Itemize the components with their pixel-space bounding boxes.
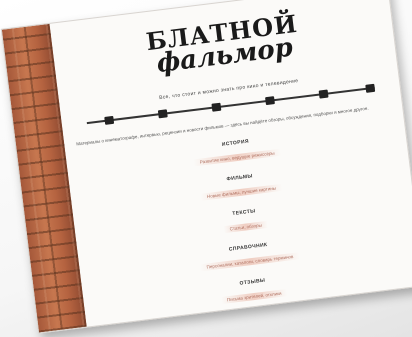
website-screenshot-card: БЛАТНОЙ фальмор Все, что стоит и можно з…: [0, 0, 412, 334]
section-link[interactable]: Новые фильмы, лучшие картины: [200, 183, 283, 201]
film-frame-icon: [104, 115, 115, 125]
page-content: БЛАТНОЙ фальмор Все, что стоит и можно з…: [50, 0, 412, 327]
section-link[interactable]: Статьи, обзоры: [223, 220, 269, 233]
film-frame-icon: [265, 96, 275, 106]
section-link[interactable]: Развитие кино, ведущие режиссёры: [193, 148, 281, 166]
section-link[interactable]: Письма зрителей, отклики: [220, 288, 288, 304]
film-frame-icon: [211, 102, 222, 112]
film-frame-icon: [157, 109, 168, 119]
film-frame-icon: [365, 83, 376, 93]
film-frame-icon: [318, 89, 329, 99]
film-line: [86, 86, 375, 125]
section-link[interactable]: Персоналии, каталоги, словарь терминов: [200, 251, 300, 271]
